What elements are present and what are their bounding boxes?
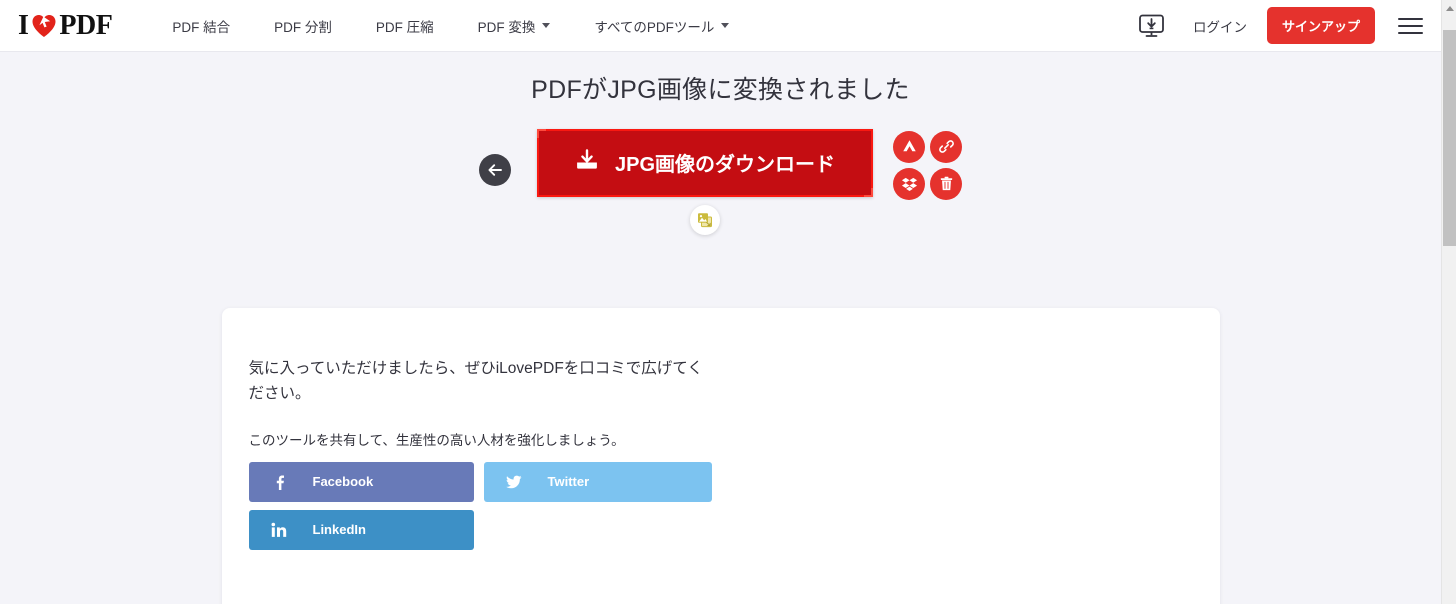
download-row: JPG画像のダウンロード — [0, 128, 1441, 239]
main-navigation: PDF 結合 PDF 分割 PDF 圧縮 PDF 変換 すべてのPDFツール — [150, 8, 751, 44]
download-jpg-button[interactable]: JPG画像のダウンロード — [537, 128, 873, 197]
share-card: 気に入っていただけましたら、ぜひiLovePDFを口コミで広げてください。 この… — [221, 307, 1220, 604]
share-button-label: Facebook — [312, 474, 374, 490]
scrollbar-thumb[interactable] — [1443, 30, 1456, 246]
hamburger-menu-icon[interactable] — [1395, 11, 1425, 41]
nav-item-compress-pdf[interactable]: PDF 圧縮 — [354, 8, 456, 44]
nav-label: PDF 変換 — [477, 19, 536, 35]
share-headline: 気に入っていただけましたら、ぜひiLovePDFを口コミで広げてください。 — [248, 359, 703, 403]
share-button-label: Twitter — [547, 474, 590, 490]
back-button[interactable] — [479, 153, 511, 186]
share-facebook-button[interactable]: Facebook — [248, 461, 474, 502]
dropbox-icon — [901, 177, 917, 191]
ilovepdf-logo[interactable]: I PDF — [18, 9, 113, 41]
google-drive-icon — [902, 140, 916, 152]
facebook-icon — [271, 474, 287, 490]
image-file-icon — [690, 204, 720, 235]
nav-label: PDF 結合 — [172, 19, 231, 35]
delete-file-button[interactable] — [930, 167, 962, 200]
desktop-download-icon[interactable] — [1135, 9, 1169, 43]
save-to-dropbox-button[interactable] — [893, 167, 925, 200]
download-button-label: JPG画像のダウンロード — [614, 154, 836, 176]
hamburger-bar — [1397, 24, 1423, 27]
arrow-left-icon — [488, 163, 502, 176]
share-linkedin-button[interactable]: LinkedIn — [248, 509, 474, 550]
share-button-label: LinkedIn — [312, 522, 366, 538]
conversion-result-section: PDFがJPG画像に変換されました JPG画像のダウンロード — [0, 52, 1441, 239]
signup-button[interactable]: サインアップ — [1266, 7, 1375, 44]
scroll-up-arrow-icon[interactable] — [1442, 0, 1456, 16]
logo-letter-i: I — [18, 9, 29, 41]
header-actions: ログイン サインアップ — [1135, 7, 1425, 44]
trash-icon — [940, 176, 952, 191]
hamburger-bar — [1397, 31, 1423, 34]
download-button-wrap: JPG画像のダウンロード — [537, 128, 873, 235]
login-link[interactable]: ログイン — [1183, 10, 1257, 42]
nav-label: PDF 圧縮 — [375, 19, 434, 35]
nav-item-merge-pdf[interactable]: PDF 結合 — [150, 8, 252, 44]
chevron-down-icon — [721, 23, 730, 28]
file-actions — [893, 130, 962, 200]
link-icon — [938, 140, 954, 153]
download-icon — [575, 148, 599, 178]
site-header: I PDF PDF 結合 PDF 分割 PDF 圧縮 PDF 変換 すべてのPD… — [0, 0, 1441, 52]
share-subtext: このツールを共有して、生産性の高い人材を強化しましょう。 — [248, 432, 625, 448]
linkedin-icon — [271, 522, 287, 538]
share-buttons: Facebook Twitter LinkedIn — [248, 461, 712, 550]
twitter-icon — [505, 474, 522, 490]
nav-label: PDF 分割 — [274, 19, 332, 35]
hamburger-bar — [1397, 17, 1423, 20]
heart-icon — [31, 13, 57, 39]
nav-item-all-pdf-tools[interactable]: すべてのPDFツール — [572, 8, 751, 44]
copy-link-button[interactable] — [930, 130, 962, 163]
page-viewport: I PDF PDF 結合 PDF 分割 PDF 圧縮 PDF 変換 すべてのPD… — [0, 0, 1441, 604]
nav-item-split-pdf[interactable]: PDF 分割 — [252, 8, 354, 44]
vertical-scrollbar[interactable] — [1441, 0, 1456, 604]
page-title: PDFがJPG画像に変換されました — [531, 76, 910, 104]
save-to-google-drive-button[interactable] — [893, 130, 925, 163]
share-twitter-button[interactable]: Twitter — [483, 461, 712, 502]
nav-label: すべてのPDFツール — [594, 19, 715, 35]
nav-item-convert-pdf[interactable]: PDF 変換 — [456, 8, 573, 44]
chevron-down-icon — [542, 23, 551, 28]
logo-letters-pdf: PDF — [59, 9, 113, 41]
